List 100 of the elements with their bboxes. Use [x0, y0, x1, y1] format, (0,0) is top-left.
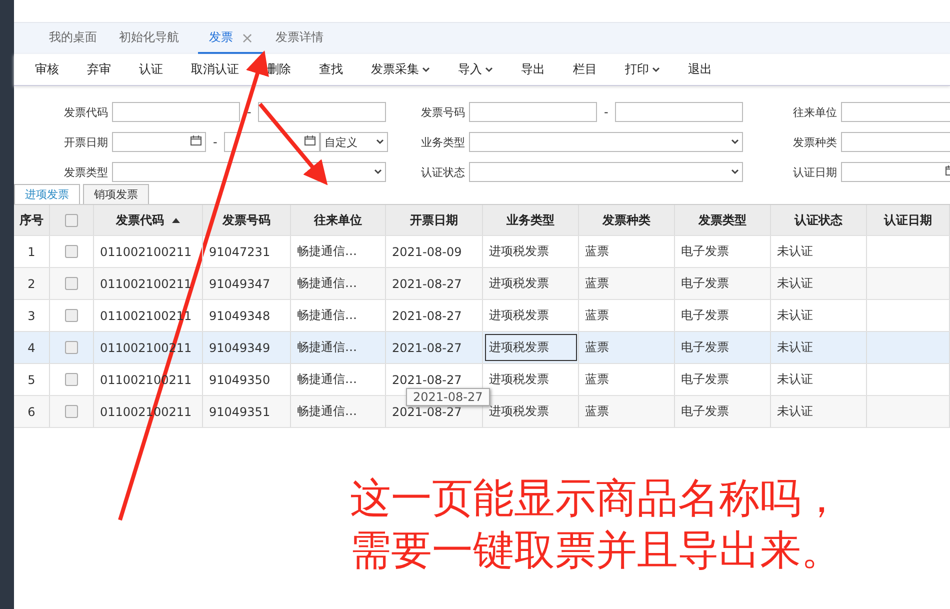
field-label: 开票日期 [63, 134, 109, 150]
checkbox[interactable] [65, 277, 78, 290]
toolbar-button[interactable]: 审核 [21, 61, 73, 78]
date-field[interactable] [841, 162, 950, 182]
date-field[interactable] [224, 132, 320, 152]
table-cell: 4 [14, 332, 50, 363]
table-cell: 91049350 [203, 364, 291, 395]
column-header[interactable]: 往来单位 [291, 205, 386, 235]
date-field[interactable] [112, 132, 206, 152]
table-cell: 蓝票 [579, 268, 675, 299]
toolbar-button[interactable]: 认证 [125, 61, 177, 78]
column-header[interactable]: 发票类型 [675, 205, 771, 235]
dropdown-button[interactable]: 打印 [611, 61, 674, 78]
input-field[interactable] [615, 102, 744, 122]
table-cell: 畅捷通信… [291, 268, 386, 299]
table-cell: 进项税发票 [483, 268, 579, 299]
table-cell: 2 [14, 268, 50, 299]
table-cell: 蓝票 [579, 396, 675, 427]
field-label: 往来单位 [792, 104, 838, 120]
select-field[interactable] [112, 162, 386, 182]
table-cell: 蓝票 [579, 300, 675, 331]
select-field[interactable] [469, 162, 743, 182]
table-cell: 进项税发票 [483, 236, 579, 267]
tooltip: 2021-08-27 [406, 388, 490, 406]
range-separator: - [212, 135, 218, 149]
toolbar-button[interactable]: 导出 [507, 61, 559, 78]
field-label: 发票号码 [420, 104, 466, 120]
table-cell: 畅捷通信… [291, 364, 386, 395]
tab[interactable]: 发票 × [198, 23, 265, 54]
column-header[interactable]: 发票号码 [203, 205, 291, 235]
toolbar-button[interactable]: 栏目 [559, 61, 611, 78]
table-cell: 未认证 [771, 364, 867, 395]
toolbar-button[interactable]: 退出 [674, 61, 726, 78]
checkbox[interactable] [65, 245, 78, 258]
table-cell: 电子发票 [675, 364, 771, 395]
table-cell: 91047231 [203, 236, 291, 267]
table-cell: 畅捷通信… [291, 300, 386, 331]
field-label: 发票种类 [792, 134, 838, 150]
tab[interactable]: 进项发票 [14, 184, 80, 204]
input-field[interactable] [112, 102, 240, 122]
caret-icon [731, 139, 739, 145]
table-row[interactable]: 2 011002100211 91049347 畅捷通信… 2021-08-27 进项税发票 蓝票 电子发票 未认证 [14, 268, 950, 300]
checkbox[interactable] [65, 309, 78, 322]
tab[interactable]: 我的桌面 [38, 23, 108, 54]
column-header[interactable]: 发票种类 [579, 205, 675, 235]
tab[interactable]: 销项发票 [83, 184, 149, 204]
caret-icon [652, 66, 660, 72]
field-label: 业务类型 [420, 134, 466, 150]
table-cell: 进项税发票 [483, 300, 579, 331]
table-cell: 畅捷通信… [291, 236, 386, 267]
table-cell: 蓝票 [579, 364, 675, 395]
tab[interactable]: 初始化导航 [108, 23, 190, 54]
select-field[interactable] [469, 132, 743, 152]
dropdown-button[interactable]: 发票采集 [357, 61, 444, 78]
field-label: 发票代码 [63, 104, 109, 120]
toolbar-button[interactable]: 弃审 [73, 61, 125, 78]
table-cell: 蓝票 [579, 236, 675, 267]
table-cell: 未认证 [771, 300, 867, 331]
input-field[interactable] [258, 102, 386, 122]
table-cell: 电子发票 [675, 300, 771, 331]
dropdown-button[interactable]: 导入 [444, 61, 507, 78]
checkbox[interactable] [65, 341, 78, 354]
input-field[interactable] [841, 132, 950, 152]
caret-icon [485, 66, 493, 72]
input-field[interactable] [841, 102, 950, 122]
column-header[interactable]: 开票日期 [386, 205, 483, 235]
table-cell: 未认证 [771, 236, 867, 267]
select-field[interactable]: 自定义 [320, 132, 388, 152]
table-cell: 5 [14, 364, 50, 395]
checkbox[interactable] [65, 405, 78, 418]
table-cell: 2021-08-09 [386, 236, 483, 267]
table-cell: 011002100211 [94, 268, 203, 299]
field-label: 发票类型 [63, 164, 109, 180]
table-cell: 电子发票 [675, 236, 771, 267]
table-cell: 蓝票 [579, 332, 675, 363]
checkbox[interactable] [65, 214, 78, 226]
toolbar-button[interactable]: 取消认证 [177, 61, 253, 78]
column-header[interactable]: 发票代码 [94, 205, 203, 235]
table-cell: 畅捷通信… [291, 332, 386, 363]
table-cell: 2021-08-27 [386, 268, 483, 299]
table-cell: 011002100211 [94, 236, 203, 267]
checkbox[interactable] [65, 373, 78, 386]
range-separator: - [603, 105, 610, 119]
caret-icon [422, 66, 430, 72]
tab[interactable]: 发票详情 [264, 23, 335, 54]
column-header[interactable]: 序号 [14, 205, 50, 235]
caret-icon [731, 169, 739, 175]
range-separator: - [246, 105, 252, 119]
table-cell: 2021-08-27 [386, 332, 483, 363]
column-header[interactable]: 认证状态 [771, 205, 867, 235]
table-cell: 未认证 [771, 396, 867, 427]
table-cell: 未认证 [771, 268, 867, 299]
column-header[interactable]: 认证日期 [867, 205, 950, 235]
toolbar-button[interactable]: 查找 [305, 61, 357, 78]
table-cell: 进项税发票 [483, 332, 579, 363]
input-field[interactable] [469, 102, 597, 122]
table-cell: 91049349 [203, 332, 291, 363]
toolbar-button[interactable]: 删除 [253, 61, 305, 78]
column-header[interactable]: 业务类型 [483, 205, 579, 235]
table-cell: 电子发票 [675, 268, 771, 299]
